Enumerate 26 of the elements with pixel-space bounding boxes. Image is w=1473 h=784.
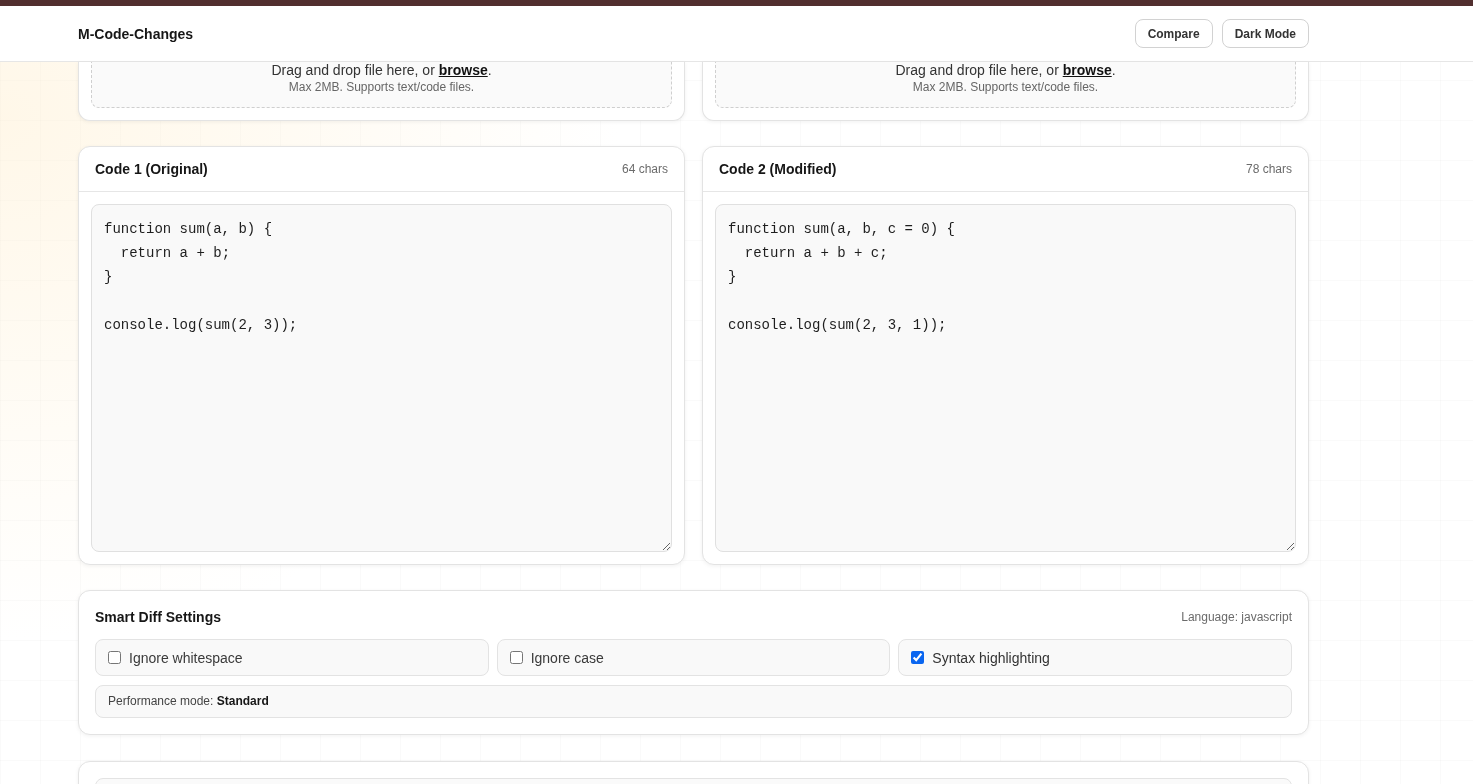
header-button[interactable]: Compare [1134,19,1213,48]
performance-info: Performance mode: Standard [95,685,1292,718]
char-count: 64 chars [621,162,668,176]
language-label: Language: javascript [1181,610,1292,624]
hint-text: Max 2MB. Supports text/code files. [288,80,475,94]
dropzone-text: Drag and drop file here, or browse. [271,62,492,78]
drop-zone[interactable]: Drag and drop file here, or browse. Max 2MB. Supports text/code files. [715,62,1296,108]
settings-title: Smart Diff Settings [95,609,221,625]
browse-link[interactable]: browse [438,62,488,78]
code-editor[interactable]: function sum(a, b, c = 0) { return a + b + c; } console.log(sum(2, 3, 1)); [715,204,1296,552]
checkbox[interactable] [108,651,121,664]
char-count: 78 chars [1245,162,1292,176]
drop-zone[interactable]: Drag and drop file here, or browse. Max 2MB. Supports text/code files. [91,62,672,108]
option-label: Ignore case [530,649,604,666]
option-label: Syntax highlighting [932,649,1050,666]
option-label: Ignore whitespace [129,649,243,666]
editor-title: Code 1 (Original) [95,161,208,177]
browse-link[interactable]: browse [1062,62,1112,78]
hint-text: Max 2MB. Supports text/code files. [912,80,1099,94]
editor-title: Code 2 (Modified) [719,161,837,177]
code-editor[interactable]: function sum(a, b) { return a + b; } console.log(sum(2, 3)); [91,204,672,552]
checkbox[interactable] [509,651,523,664]
dropzone-text: Drag and drop file here, or browse. [895,62,1116,78]
app-title: M-Code-Changes [78,25,194,42]
header-button[interactable]: Dark Mode [1221,19,1309,48]
checkbox[interactable] [911,651,925,664]
